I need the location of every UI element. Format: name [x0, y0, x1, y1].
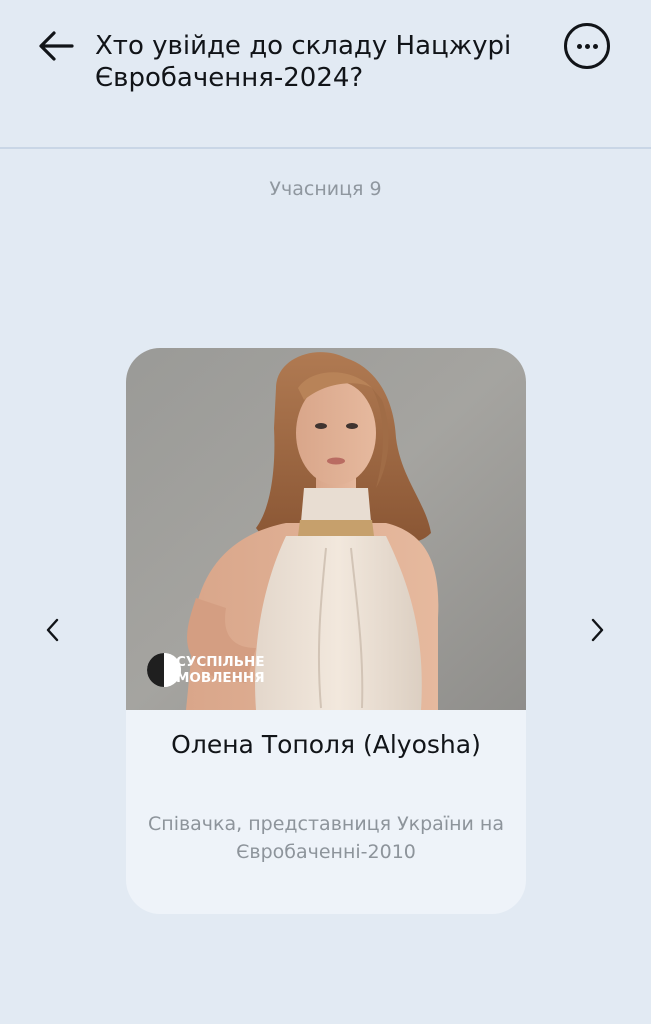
more-options-button[interactable] — [564, 23, 610, 69]
arrow-left-icon — [39, 31, 74, 61]
participant-counter: Учасниця 9 — [269, 178, 382, 200]
participant-description: Співачка, представниця України на Євроба… — [148, 813, 504, 863]
chevron-left-icon — [46, 618, 59, 642]
previous-button[interactable] — [36, 612, 70, 648]
back-button[interactable] — [36, 28, 76, 68]
page-header: Хто увійде до складу Нацжурі Євробачення… — [0, 0, 651, 148]
participant-photo: СУСПІЛЬНЕ МОВЛЕННЯ — [126, 348, 526, 710]
logo-text-line2: МОВЛЕННЯ — [176, 670, 265, 686]
participant-card: СУСПІЛЬНЕ МОВЛЕННЯ Олена Тополя (Alyosha… — [126, 348, 526, 914]
page-title: Хто увійде до складу Нацжурі Євробачення… — [95, 31, 512, 93]
header-divider — [0, 147, 651, 149]
more-horizontal-icon-dot — [585, 44, 590, 49]
more-horizontal-icon-dot — [593, 44, 598, 49]
next-button[interactable] — [580, 612, 614, 648]
logo-text-line1: СУСПІЛЬНЕ — [176, 654, 265, 670]
more-horizontal-icon — [577, 44, 582, 49]
chevron-right-icon — [591, 618, 604, 642]
participant-name: Олена Тополя (Alyosha) — [171, 730, 481, 759]
suspilne-logo: СУСПІЛЬНЕ МОВЛЕННЯ — [147, 653, 265, 687]
